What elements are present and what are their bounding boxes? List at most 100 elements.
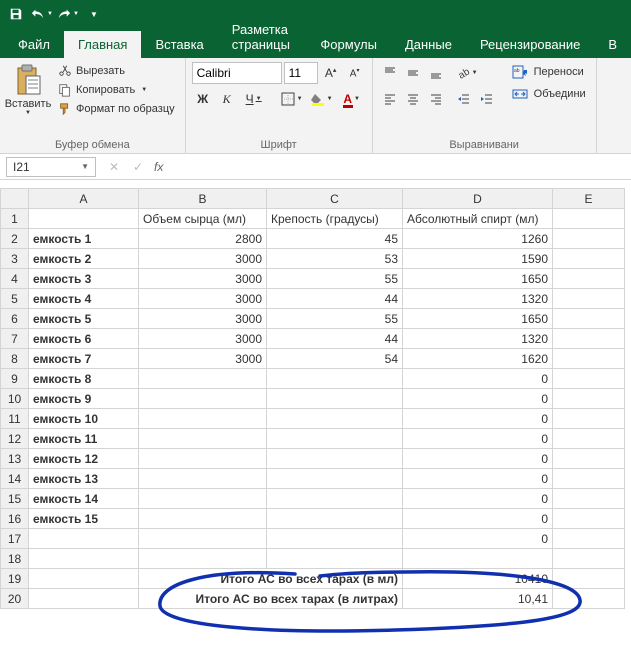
cell[interactable] <box>139 489 267 509</box>
cell[interactable] <box>29 209 139 229</box>
cell[interactable]: 3000 <box>139 329 267 349</box>
cell[interactable] <box>553 249 625 269</box>
row-header[interactable]: 6 <box>1 309 29 329</box>
cell[interactable] <box>553 349 625 369</box>
cell[interactable]: емкость 7 <box>29 349 139 369</box>
cell[interactable] <box>139 529 267 549</box>
underline-button[interactable]: Ч▼ <box>240 88 268 110</box>
bold-button[interactable]: Ж <box>192 88 214 110</box>
cell[interactable] <box>267 449 403 469</box>
cell[interactable] <box>553 529 625 549</box>
cell[interactable]: емкость 5 <box>29 309 139 329</box>
row-header[interactable]: 3 <box>1 249 29 269</box>
align-left-button[interactable] <box>379 88 401 110</box>
row-header[interactable]: 9 <box>1 369 29 389</box>
cancel-formula-button[interactable]: ✕ <box>102 157 126 177</box>
cell[interactable] <box>553 389 625 409</box>
cell[interactable]: емкость 10 <box>29 409 139 429</box>
cell[interactable] <box>139 469 267 489</box>
cell[interactable]: 44 <box>267 329 403 349</box>
borders-button[interactable]: ▼ <box>278 88 306 110</box>
align-right-button[interactable] <box>425 88 447 110</box>
cell[interactable]: 1320 <box>403 329 553 349</box>
cell[interactable]: 0 <box>403 509 553 529</box>
row-header[interactable]: 10 <box>1 389 29 409</box>
cell[interactable] <box>267 489 403 509</box>
cell[interactable] <box>29 549 139 569</box>
row-header[interactable]: 4 <box>1 269 29 289</box>
fx-label[interactable]: fx <box>150 160 167 174</box>
cell[interactable] <box>553 549 625 569</box>
cell[interactable]: емкость 11 <box>29 429 139 449</box>
cell[interactable]: 55 <box>267 269 403 289</box>
cell[interactable]: 0 <box>403 529 553 549</box>
row-header[interactable]: 15 <box>1 489 29 509</box>
row-header[interactable]: 18 <box>1 549 29 569</box>
cell[interactable] <box>553 209 625 229</box>
cell[interactable]: 53 <box>267 249 403 269</box>
row-header[interactable]: 13 <box>1 449 29 469</box>
col-header-b[interactable]: B <box>139 189 267 209</box>
tab-data[interactable]: Данные <box>391 31 466 58</box>
row-header[interactable]: 5 <box>1 289 29 309</box>
tab-insert[interactable]: Вставка <box>141 31 217 58</box>
customize-qat-button[interactable]: ▼ <box>82 2 106 26</box>
cell[interactable] <box>553 489 625 509</box>
cell[interactable] <box>553 369 625 389</box>
cell[interactable]: 3000 <box>139 249 267 269</box>
row-header[interactable]: 19 <box>1 569 29 589</box>
tab-home[interactable]: Главная <box>64 31 141 58</box>
name-box[interactable]: I21 ▼ <box>6 157 96 177</box>
tab-formulas[interactable]: Формулы <box>306 31 391 58</box>
col-header-a[interactable]: A <box>29 189 139 209</box>
cell[interactable]: Абсолютный спирт (мл) <box>403 209 553 229</box>
wrap-text-button[interactable]: ab Переноси <box>508 62 590 82</box>
cell[interactable]: 1650 <box>403 309 553 329</box>
row-header[interactable]: 20 <box>1 589 29 609</box>
font-size-input[interactable] <box>284 62 318 84</box>
cell[interactable] <box>267 409 403 429</box>
align-center-button[interactable] <box>402 88 424 110</box>
cell[interactable]: емкость 4 <box>29 289 139 309</box>
tab-view[interactable]: В <box>594 31 631 58</box>
cell[interactable] <box>139 429 267 449</box>
cell[interactable]: 1320 <box>403 289 553 309</box>
formula-input[interactable] <box>167 157 631 177</box>
decrease-font-button[interactable]: A▾ <box>344 62 366 84</box>
col-header-d[interactable]: D <box>403 189 553 209</box>
cell[interactable] <box>267 509 403 529</box>
align-middle-button[interactable] <box>402 62 424 84</box>
row-header[interactable]: 14 <box>1 469 29 489</box>
row-header[interactable]: 12 <box>1 429 29 449</box>
cell[interactable]: 0 <box>403 449 553 469</box>
enter-formula-button[interactable]: ✓ <box>126 157 150 177</box>
cell[interactable]: 10410 <box>403 569 553 589</box>
cell[interactable]: 0 <box>403 389 553 409</box>
cell[interactable]: емкость 8 <box>29 369 139 389</box>
copy-button[interactable]: Копировать ▼ <box>54 81 179 99</box>
cell[interactable]: емкость 12 <box>29 449 139 469</box>
row-header[interactable]: 8 <box>1 349 29 369</box>
cell[interactable] <box>553 469 625 489</box>
cell[interactable]: 44 <box>267 289 403 309</box>
cell[interactable] <box>139 389 267 409</box>
cell[interactable]: 1620 <box>403 349 553 369</box>
row-header[interactable]: 11 <box>1 409 29 429</box>
cell[interactable]: 0 <box>403 429 553 449</box>
paste-button[interactable]: Вставить ▼ <box>6 62 50 137</box>
tab-file[interactable]: Файл <box>4 31 64 58</box>
cell[interactable]: 0 <box>403 409 553 429</box>
format-painter-button[interactable]: Формат по образцу <box>54 100 179 118</box>
cell[interactable] <box>553 229 625 249</box>
cell[interactable] <box>267 429 403 449</box>
cell[interactable] <box>267 529 403 549</box>
row-header[interactable]: 7 <box>1 329 29 349</box>
cell[interactable]: емкость 2 <box>29 249 139 269</box>
tab-page-layout[interactable]: Разметка страницы <box>218 16 307 58</box>
cell[interactable] <box>29 589 139 609</box>
cell[interactable] <box>267 469 403 489</box>
cell[interactable] <box>139 409 267 429</box>
cell[interactable] <box>553 289 625 309</box>
cell[interactable] <box>553 329 625 349</box>
cell[interactable]: 55 <box>267 309 403 329</box>
